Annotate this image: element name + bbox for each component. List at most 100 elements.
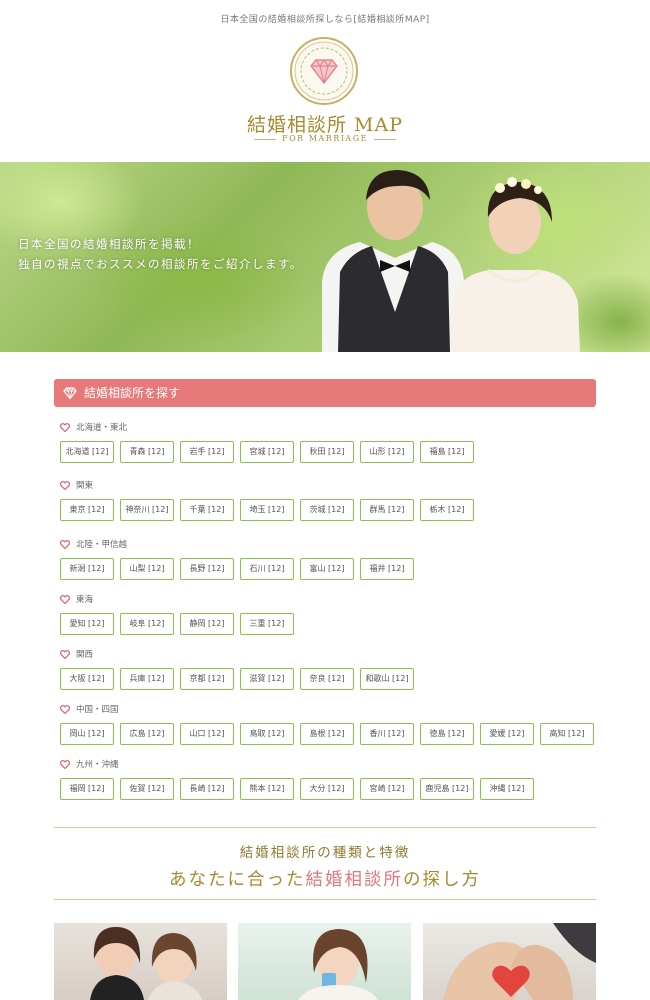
prefecture-list: 北海道 [12] 青森 [12] 岩手 [12] 宮城 [12] 秋田 [12]… [60, 441, 600, 463]
prefecture-button[interactable]: 広島 [12] [120, 723, 174, 745]
prefecture-list: 大阪 [12] 兵庫 [12] 京都 [12] 滋賀 [12] 奈良 [12] … [60, 668, 600, 690]
heart-icon [60, 705, 70, 714]
prefecture-button[interactable]: 兵庫 [12] [120, 668, 174, 690]
heart-icon [60, 650, 70, 659]
feature-photo-heart[interactable] [423, 923, 596, 1000]
hero-banner: 日本全国の結婚相談所を掲載！ 独自の視点でおススメの相談所をご紹介します。 [0, 162, 650, 352]
region-label: 中国・四国 [60, 703, 600, 717]
prefecture-button[interactable]: 岐阜 [12] [120, 613, 174, 635]
search-heading: 結婚相談所を探す [84, 386, 181, 400]
prefecture-button[interactable]: 青森 [12] [120, 441, 174, 463]
subtitle-rule-right [373, 138, 396, 140]
region-name: 北陸・甲信越 [76, 540, 128, 550]
section-divider-top [54, 827, 596, 828]
prefecture-button[interactable]: 岡山 [12] [60, 723, 114, 745]
features-title-post: の探し方 [403, 870, 481, 890]
heart-icon [60, 481, 70, 490]
search-section-header: 結婚相談所を探す [54, 379, 596, 407]
prefecture-button[interactable]: 徳島 [12] [420, 723, 474, 745]
prefecture-button[interactable]: 福井 [12] [360, 558, 414, 580]
features-title-pre: あなたに合った [169, 870, 306, 890]
two-women-photo [90, 927, 202, 1000]
prefecture-button[interactable]: 大阪 [12] [60, 668, 114, 690]
prefecture-button[interactable]: 鳥取 [12] [240, 723, 294, 745]
prefecture-button[interactable]: 宮城 [12] [240, 441, 294, 463]
prefecture-button[interactable]: 佐賀 [12] [120, 778, 174, 800]
prefecture-button[interactable]: 奈良 [12] [300, 668, 354, 690]
prefecture-button[interactable]: 東京 [12] [60, 499, 114, 521]
prefecture-button[interactable]: 秋田 [12] [300, 441, 354, 463]
region-label: 北海道・東北 [60, 421, 600, 435]
hero-line-1: 日本全国の結婚相談所を掲載！ [18, 237, 200, 251]
feature-photo-women[interactable] [54, 923, 227, 1000]
features-title: あなたに合った結婚相談所の探し方 [0, 866, 650, 891]
prefecture-button[interactable]: 神奈川 [12] [120, 499, 174, 521]
prefecture-button[interactable]: 沖縄 [12] [480, 778, 534, 800]
prefecture-button[interactable]: 大分 [12] [300, 778, 354, 800]
region-hokkaido-tohoku: 北海道・東北 北海道 [12] 青森 [12] 岩手 [12] 宮城 [12] … [60, 421, 600, 463]
prefecture-button[interactable]: 宮崎 [12] [360, 778, 414, 800]
prefecture-button[interactable]: 千葉 [12] [180, 499, 234, 521]
prefecture-list: 岡山 [12] 広島 [12] 山口 [12] 鳥取 [12] 島根 [12] … [60, 723, 600, 745]
prefecture-button[interactable]: 熊本 [12] [240, 778, 294, 800]
prefecture-list: 東京 [12] 神奈川 [12] 千葉 [12] 埼玉 [12] 茨城 [12]… [60, 499, 600, 521]
heart-icon [60, 540, 70, 549]
region-chugoku-shikoku: 中国・四国 岡山 [12] 広島 [12] 山口 [12] 鳥取 [12] 島根… [60, 703, 600, 745]
prefecture-button[interactable]: 岩手 [12] [180, 441, 234, 463]
prefecture-button[interactable]: 新潟 [12] [60, 558, 114, 580]
prefecture-button[interactable]: 鹿児島 [12] [420, 778, 474, 800]
section-divider-bottom [54, 899, 596, 900]
subtitle-rule-left [254, 138, 277, 140]
prefecture-button[interactable]: 山梨 [12] [120, 558, 174, 580]
site-tagline: 日本全国の結婚相談所探しなら[結婚相談所MAP] [220, 15, 430, 25]
prefecture-button[interactable]: 京都 [12] [180, 668, 234, 690]
site-subtitle-text: FOR MARRIAGE [282, 134, 368, 143]
region-kyushu-okinawa: 九州・沖縄 福岡 [12] 佐賀 [12] 長崎 [12] 熊本 [12] 大分… [60, 758, 600, 800]
prefecture-button[interactable]: 長野 [12] [180, 558, 234, 580]
prefecture-button[interactable]: 茨城 [12] [300, 499, 354, 521]
prefecture-button[interactable]: 愛媛 [12] [480, 723, 534, 745]
heart-icon [60, 760, 70, 769]
feature-photo-phone[interactable] [238, 923, 411, 1000]
prefecture-button[interactable]: 静岡 [12] [180, 613, 234, 635]
prefecture-button[interactable]: 香川 [12] [360, 723, 414, 745]
region-name: 中国・四国 [76, 705, 119, 715]
prefecture-list: 新潟 [12] 山梨 [12] 長野 [12] 石川 [12] 富山 [12] … [60, 558, 600, 580]
prefecture-button[interactable]: 滋賀 [12] [240, 668, 294, 690]
prefecture-button[interactable]: 島根 [12] [300, 723, 354, 745]
region-label: 北陸・甲信越 [60, 538, 600, 552]
site-logo[interactable] [289, 36, 359, 106]
prefecture-button[interactable]: 石川 [12] [240, 558, 294, 580]
prefecture-button[interactable]: 北海道 [12] [60, 441, 114, 463]
prefecture-button[interactable]: 福岡 [12] [60, 778, 114, 800]
diamond-icon [63, 387, 77, 400]
region-name: 東海 [76, 595, 94, 605]
prefecture-button[interactable]: 栃木 [12] [420, 499, 474, 521]
prefecture-button[interactable]: 和歌山 [12] [360, 668, 414, 690]
prefecture-button[interactable]: 群馬 [12] [360, 499, 414, 521]
region-name: 九州・沖縄 [76, 760, 119, 770]
hero-line-2: 独自の視点でおススメの相談所をご紹介します。 [18, 257, 303, 271]
prefecture-button[interactable]: 愛知 [12] [60, 613, 114, 635]
prefecture-button[interactable]: 富山 [12] [300, 558, 354, 580]
prefecture-button[interactable]: 高知 [12] [540, 723, 594, 745]
prefecture-button[interactable]: 埼玉 [12] [240, 499, 294, 521]
heart-icon [60, 423, 70, 432]
prefecture-button[interactable]: 山口 [12] [180, 723, 234, 745]
site-title[interactable]: 結婚相談所 MAP [0, 110, 650, 137]
woman-with-phone-photo [298, 929, 378, 1000]
hands-holding-heart-photo [443, 923, 596, 1000]
prefecture-button[interactable]: 福島 [12] [420, 441, 474, 463]
prefecture-button[interactable]: 三重 [12] [240, 613, 294, 635]
features-subtitle: 結婚相談所の種類と特徴 [239, 845, 411, 861]
region-label: 九州・沖縄 [60, 758, 600, 772]
features-title-highlight: 結婚相談所 [305, 870, 403, 890]
diamond-ring-logo-icon [290, 37, 358, 105]
region-name: 関西 [76, 650, 94, 660]
region-kanto: 関東 東京 [12] 神奈川 [12] 千葉 [12] 埼玉 [12] 茨城 [… [60, 479, 600, 521]
site-subtitle: FOR MARRIAGE [0, 134, 650, 143]
region-name: 関東 [76, 481, 94, 491]
heart-icon [60, 595, 70, 604]
prefecture-button[interactable]: 山形 [12] [360, 441, 414, 463]
prefecture-button[interactable]: 長崎 [12] [180, 778, 234, 800]
